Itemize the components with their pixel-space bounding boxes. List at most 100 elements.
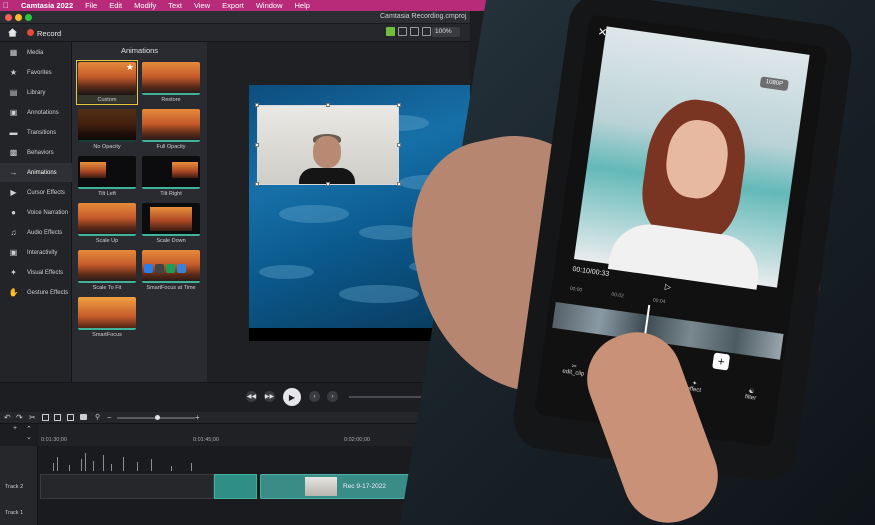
sidebar-item-animations[interactable]: → Animations <box>0 163 72 182</box>
star-icon: ★ <box>125 62 134 72</box>
resolution-button[interactable]: 1080P <box>759 76 789 92</box>
layout-tool-icon[interactable] <box>422 27 431 36</box>
sidebar-item-library[interactable]: ▤ Library <box>0 83 72 102</box>
visual-effects-icon: ✦ <box>10 268 17 277</box>
track-name[interactable]: Track 1 <box>5 510 23 516</box>
ruler-tick: 00:02 <box>610 291 625 300</box>
animation-no-opacity[interactable]: No Opacity <box>78 109 136 150</box>
play-icon[interactable]: ▷ <box>664 282 671 292</box>
collapse-icon[interactable]: ⌄ <box>26 433 32 441</box>
close-icon[interactable]: ✕ <box>597 25 608 39</box>
sidebar-item-voice-narration[interactable]: ● Voice Narration <box>0 203 72 222</box>
camera-icon[interactable] <box>80 414 87 420</box>
apple-icon[interactable]:  <box>3 1 9 10</box>
menu-app-name[interactable]: Camtasia 2022 <box>21 1 73 10</box>
play-button[interactable]: ▶ <box>283 388 301 406</box>
sidebar-item-annotations[interactable]: ▣ Annotations <box>0 103 72 122</box>
resize-handle[interactable] <box>326 182 330 186</box>
filter-tool[interactable]: ☯ filter <box>744 387 757 402</box>
audio-clip[interactable] <box>40 453 214 499</box>
menu-view[interactable]: View <box>194 1 210 10</box>
transitions-icon: ▬ <box>9 128 18 137</box>
animation-smartfocus[interactable]: SmartFocus <box>78 297 136 338</box>
timeline-ruler[interactable] <box>38 424 470 446</box>
sidebar-item-favorites[interactable]: ★ Favorites <box>0 63 72 82</box>
zoom-select[interactable]: 100% <box>432 27 460 37</box>
previous-icon[interactable]: ‹ <box>309 391 320 402</box>
animation-label: Restore <box>161 97 181 103</box>
menu-file[interactable]: File <box>85 1 97 10</box>
animation-smartfocus-at-time[interactable]: SmartFocus at Time <box>142 250 200 291</box>
crop-tool-icon[interactable] <box>410 27 419 36</box>
zoom-in-icon[interactable]: + <box>195 413 200 422</box>
minimize-window-button[interactable] <box>15 14 22 21</box>
menu-text[interactable]: Text <box>168 1 182 10</box>
app-icons <box>144 264 186 273</box>
animation-tilt-right[interactable]: Tilt Right <box>142 156 200 197</box>
copy-icon[interactable] <box>42 414 49 421</box>
track-name[interactable]: Track 2 <box>5 484 23 490</box>
expand-icon[interactable]: ⌃ <box>26 425 32 433</box>
animation-label: Tilt Right <box>160 191 182 197</box>
timeline-zoom-knob[interactable] <box>155 415 160 420</box>
animation-label: Tilt Left <box>98 191 116 197</box>
audio-icon: ♫ <box>10 228 17 237</box>
sidebar-item-transitions[interactable]: ▬ Transitions <box>0 123 72 142</box>
next-icon[interactable]: › <box>327 391 338 402</box>
animation-full-opacity[interactable]: Full Opacity <box>142 109 200 150</box>
menu-edit[interactable]: Edit <box>109 1 122 10</box>
animation-custom[interactable]: ★ Custom <box>76 60 138 105</box>
sidebar-item-gesture-effects[interactable]: ✋ Gesture Effects <box>0 283 72 302</box>
ruler-tick: 0:02:00;00 <box>344 437 370 443</box>
step-forward-icon[interactable]: ▶▶ <box>264 391 275 402</box>
sidebar-item-label: Animations <box>27 169 57 176</box>
sidebar-item-behaviors[interactable]: ▩ Behaviors <box>0 143 72 162</box>
zoom-icon[interactable]: ⚲ <box>95 413 100 421</box>
sidebar-item-audio-effects[interactable]: ♫ Audio Effects <box>0 223 72 242</box>
animation-restore[interactable]: Restore <box>142 62 200 103</box>
video-clip[interactable] <box>214 474 257 499</box>
step-back-icon[interactable]: ◀◀ <box>246 391 257 402</box>
animation-scale-up[interactable]: Scale Up <box>78 203 136 244</box>
resize-handle[interactable] <box>397 103 401 107</box>
resize-handle[interactable] <box>397 182 401 186</box>
cut-icon[interactable]: ✂ <box>29 413 36 422</box>
pan-tool-icon[interactable] <box>398 27 407 36</box>
record-icon[interactable] <box>27 29 34 36</box>
media-icon: ▦ <box>9 48 18 57</box>
home-icon[interactable] <box>7 27 18 38</box>
split-icon[interactable] <box>67 414 74 421</box>
animation-scale-down[interactable]: Scale Down <box>142 203 200 244</box>
resize-handle[interactable] <box>326 103 330 107</box>
select-tool-icon[interactable] <box>386 27 395 36</box>
record-button[interactable]: Record <box>37 29 61 38</box>
sidebar-item-visual-effects[interactable]: ✦ Visual Effects <box>0 263 72 282</box>
close-window-button[interactable] <box>5 14 12 21</box>
animation-thumbnail <box>78 297 136 330</box>
menu-window[interactable]: Window <box>256 1 283 10</box>
add-track-icon[interactable]: + <box>13 425 17 432</box>
woman-shirt <box>607 219 764 290</box>
menu-export[interactable]: Export <box>222 1 244 10</box>
animation-thumbnail <box>78 156 136 189</box>
zoom-window-button[interactable] <box>25 14 32 21</box>
add-clip-button[interactable]: + <box>712 352 731 371</box>
animation-scale-to-fit[interactable]: Scale To Fit <box>78 250 136 291</box>
sidebar-item-media[interactable]: ▦ Media <box>0 43 72 62</box>
preview-photo: 1080P <box>573 26 810 290</box>
menu-help[interactable]: Help <box>295 1 310 10</box>
edit-clip-tool[interactable]: ✂ edit_clip <box>562 362 586 378</box>
ruler-tick: 0:01:45;00 <box>193 437 219 443</box>
undo-icon[interactable]: ↶ <box>4 413 11 422</box>
menu-modify[interactable]: Modify <box>134 1 156 10</box>
resize-handle[interactable] <box>255 103 259 107</box>
resize-handle[interactable] <box>255 182 259 186</box>
zoom-out-icon[interactable]: − <box>107 413 112 422</box>
animation-tilt-left[interactable]: Tilt Left <box>78 156 136 197</box>
sidebar-item-cursor-effects[interactable]: ▶ Cursor Effects <box>0 183 72 202</box>
resize-handle[interactable] <box>255 143 259 147</box>
redo-icon[interactable]: ↷ <box>16 413 23 422</box>
paste-icon[interactable] <box>54 414 61 421</box>
sidebar-item-interactivity[interactable]: ▣ Interactivity <box>0 243 72 262</box>
resize-handle[interactable] <box>397 143 401 147</box>
